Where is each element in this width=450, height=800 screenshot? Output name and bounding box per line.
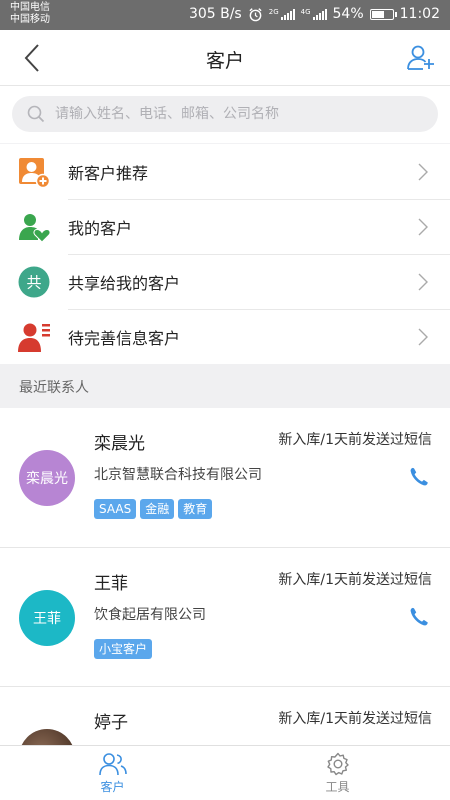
tab-customers[interactable]: 客户 — [0, 746, 225, 800]
contact-name: 栾晨光 — [94, 434, 145, 454]
contact-name: 婷子 — [94, 713, 128, 733]
menu-label: 新客户推荐 — [68, 163, 149, 183]
alarm-icon — [249, 7, 262, 21]
phone-icon[interactable] — [408, 466, 430, 488]
network-speed: 305 B/s — [188, 6, 242, 22]
avatar — [19, 729, 75, 745]
shared-icon: 共 — [17, 265, 51, 299]
tab-bar: 客户 工具 — [0, 745, 450, 800]
gear-icon — [326, 752, 349, 776]
carrier-info: 中国电信 中国移动 — [10, 2, 50, 26]
contact-item[interactable]: 栾晨光 栾晨光 新入库/1天前发送过短信 北京智慧联合科技有限公司 SAAS 金… — [0, 408, 450, 547]
customer-menu: 新客户推荐 我的客户 共 共享给我的客户 待完善信息客户 — [0, 144, 450, 364]
chevron-right-icon — [418, 328, 428, 345]
contact-status: 新入库/1天前发送过短信 — [278, 711, 432, 727]
shared-icon-text: 共 — [26, 273, 41, 291]
menu-item-shared-customers[interactable]: 共 共享给我的客户 — [0, 254, 450, 309]
avatar-text: 栾晨光 — [26, 471, 68, 487]
tab-tools[interactable]: 工具 — [225, 746, 450, 800]
contact-status: 新入库/1天前发送过短信 — [278, 572, 432, 588]
new-customer-icon — [17, 155, 51, 189]
customers-tab-icon — [98, 753, 127, 776]
phone-icon[interactable] — [408, 606, 430, 628]
contact-company: 饮食起居有限公司 — [94, 607, 206, 623]
tab-label: 工具 — [325, 780, 350, 794]
tag: 小宝客户 — [94, 639, 153, 659]
status-bar: 中国电信 中国移动 305 B/s 2G 4G 54% 11:02 — [0, 0, 450, 30]
contact-name: 王菲 — [94, 574, 128, 594]
carrier-1: 中国电信 — [10, 2, 50, 13]
carrier-2: 中国移动 — [10, 14, 50, 25]
clock: 11:02 — [399, 6, 440, 22]
avatar: 栾晨光 — [19, 450, 75, 506]
contact-company: 北京智慧联合科技有限公司 — [94, 467, 262, 483]
tag: 金融 — [140, 499, 175, 519]
add-customer-button[interactable] — [406, 43, 436, 73]
signal-icon-1: 2G — [269, 8, 295, 20]
network-type-2: 4G — [300, 8, 311, 16]
tab-label: 客户 — [100, 780, 125, 794]
battery-percent: 54% — [332, 6, 364, 22]
tag: SAAS — [94, 499, 137, 519]
menu-label: 共享给我的客户 — [68, 273, 181, 293]
menu-label: 我的客户 — [68, 218, 133, 238]
menu-item-incomplete-info[interactable]: 待完善信息客户 — [0, 309, 450, 364]
menu-item-my-customers[interactable]: 我的客户 — [0, 199, 450, 254]
signal-icon-2: 4G — [301, 8, 327, 20]
search-area — [0, 86, 450, 143]
add-user-icon — [407, 45, 434, 70]
contact-list[interactable]: 栾晨光 栾晨光 新入库/1天前发送过短信 北京智慧联合科技有限公司 SAAS 金… — [0, 408, 450, 745]
contact-item[interactable]: 婷子 新入库/1天前发送过短信 — [0, 686, 450, 745]
nav-header: 客户 — [0, 30, 450, 86]
avatar: 王菲 — [19, 590, 75, 646]
contact-item[interactable]: 王菲 王菲 新入库/1天前发送过短信 饮食起居有限公司 小宝客户 — [0, 547, 450, 686]
menu-item-new-customers[interactable]: 新客户推荐 — [0, 144, 450, 199]
recent-contacts-header: 最近联系人 — [0, 364, 450, 408]
search-input[interactable] — [55, 106, 395, 122]
network-type-1: 2G — [268, 8, 279, 16]
tag-list: SAAS 金融 教育 — [94, 499, 213, 519]
battery-icon — [369, 8, 397, 20]
contact-status: 新入库/1天前发送过短信 — [278, 432, 432, 448]
chevron-right-icon — [418, 163, 428, 180]
my-customer-icon — [17, 210, 51, 244]
search-icon — [27, 105, 45, 123]
chevron-right-icon — [418, 218, 428, 235]
incomplete-info-icon — [17, 320, 51, 354]
tag: 教育 — [178, 499, 213, 519]
page-title: 客户 — [205, 50, 244, 72]
avatar-text: 王菲 — [33, 611, 61, 627]
tag-list: 小宝客户 — [94, 639, 153, 659]
menu-label: 待完善信息客户 — [68, 328, 181, 348]
chevron-right-icon — [418, 273, 428, 290]
search-bar[interactable] — [12, 96, 438, 132]
